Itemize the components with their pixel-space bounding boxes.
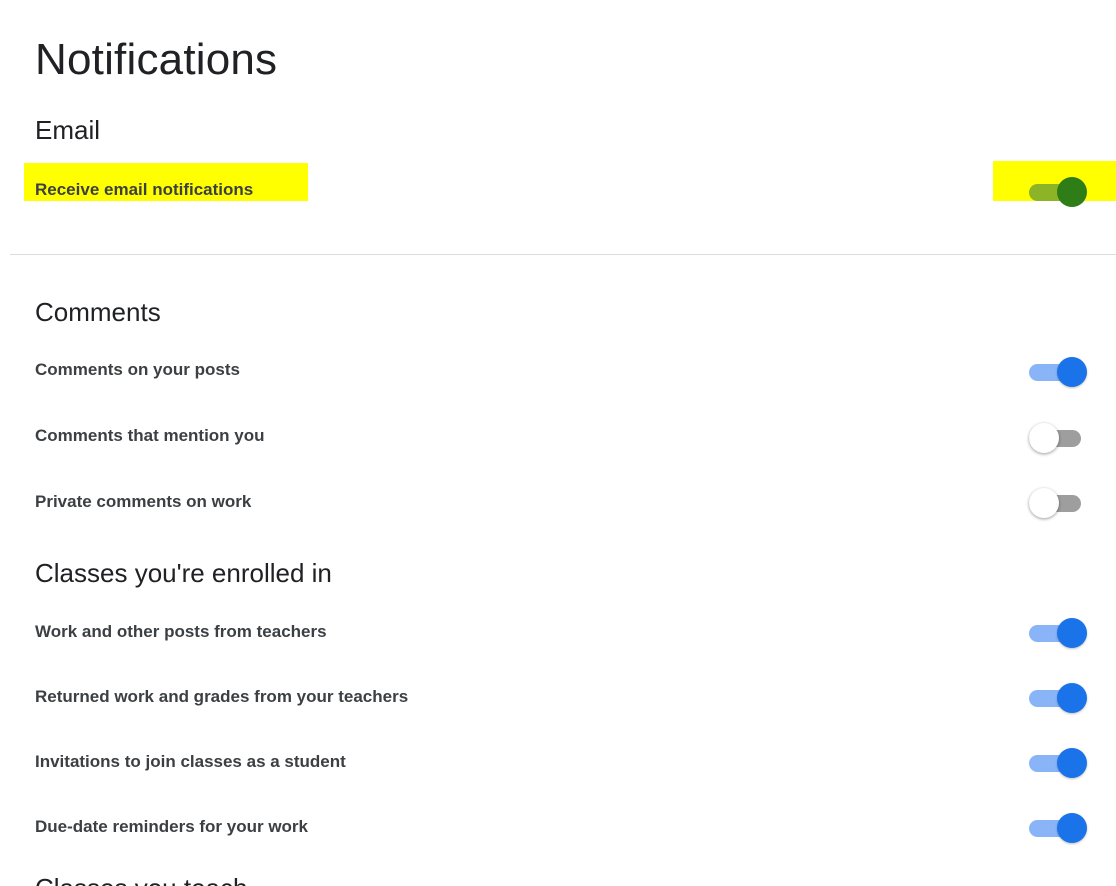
toggle-thumb (1057, 618, 1087, 648)
toggle-thumb (1057, 683, 1087, 713)
invitations-to-join-classes-toggle[interactable] (1029, 747, 1087, 779)
page-title: Notifications (35, 35, 278, 84)
comments-section-heading: Comments (35, 297, 161, 327)
receive-email-notifications-toggle[interactable] (1029, 176, 1087, 208)
comments-on-your-posts-toggle[interactable] (1029, 356, 1087, 388)
receive-email-notifications-label: Receive email notifications (35, 180, 254, 199)
notifications-settings-page: Notifications Email Receive email notifi… (0, 0, 1116, 886)
returned-work-and-grades-label: Returned work and grades from your teach… (35, 687, 409, 706)
work-and-other-posts-label: Work and other posts from teachers (35, 622, 327, 641)
private-comments-on-work-toggle[interactable] (1029, 487, 1087, 519)
private-comments-on-work-label: Private comments on work (35, 492, 252, 511)
comments-that-mention-you-label: Comments that mention you (35, 426, 265, 445)
toggle-thumb (1057, 748, 1087, 778)
returned-work-and-grades-toggle[interactable] (1029, 682, 1087, 714)
comments-that-mention-you-toggle[interactable] (1029, 422, 1087, 454)
next-section-heading-text: Classes you teach (35, 873, 247, 886)
toggle-thumb (1029, 488, 1059, 518)
due-date-reminders-label: Due-date reminders for your work (35, 817, 309, 836)
toggle-thumb (1057, 357, 1087, 387)
due-date-reminders-toggle[interactable] (1029, 812, 1087, 844)
work-and-other-posts-toggle[interactable] (1029, 617, 1087, 649)
toggle-thumb (1029, 423, 1059, 453)
next-section-heading-partial: Classes you teach (35, 872, 335, 886)
toggle-thumb (1057, 813, 1087, 843)
enrolled-section-heading: Classes you're enrolled in (35, 558, 332, 588)
invitations-to-join-classes-label: Invitations to join classes as a student (35, 752, 346, 771)
email-section-heading: Email (35, 115, 101, 145)
section-divider (10, 254, 1116, 255)
comments-on-your-posts-label: Comments on your posts (35, 360, 240, 379)
toggle-thumb (1057, 177, 1087, 207)
